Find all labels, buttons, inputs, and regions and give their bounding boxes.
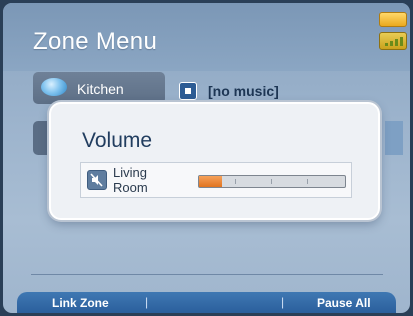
bottom-bar: Link Zone | | Pause All (17, 292, 396, 313)
signal-strength-icon (379, 32, 407, 50)
music-status-text: [no music] (208, 83, 279, 99)
volume-slider[interactable] (198, 175, 346, 188)
pause-all-button[interactable]: Pause All (317, 296, 371, 310)
link-zone-button[interactable]: Link Zone (52, 296, 109, 310)
slider-tick (271, 179, 272, 184)
volume-popup: Volume Living Room (49, 102, 380, 220)
volume-title: Volume (82, 129, 153, 152)
page-title: Zone Menu (33, 28, 158, 55)
zone-speaker-icon (41, 78, 67, 96)
separator: | (281, 295, 285, 309)
volume-slider-fill (199, 176, 223, 187)
separator: | (145, 295, 149, 309)
zone-label: Kitchen (77, 81, 124, 97)
divider (31, 274, 383, 275)
app-frame: Zone Menu Kitchen [no music] Link Zone |… (3, 3, 410, 313)
battery-icon (379, 12, 407, 27)
music-status-icon (179, 82, 197, 100)
zone-row-right-edge (385, 121, 403, 155)
header: Zone Menu (3, 3, 410, 71)
slider-tick (235, 179, 236, 184)
volume-zone-label: Living Room (113, 165, 148, 195)
mute-speaker-icon[interactable] (87, 170, 107, 190)
zone-item-kitchen[interactable]: Kitchen (33, 72, 165, 104)
volume-zone-row[interactable]: Living Room (80, 162, 352, 198)
slider-tick (307, 179, 308, 184)
